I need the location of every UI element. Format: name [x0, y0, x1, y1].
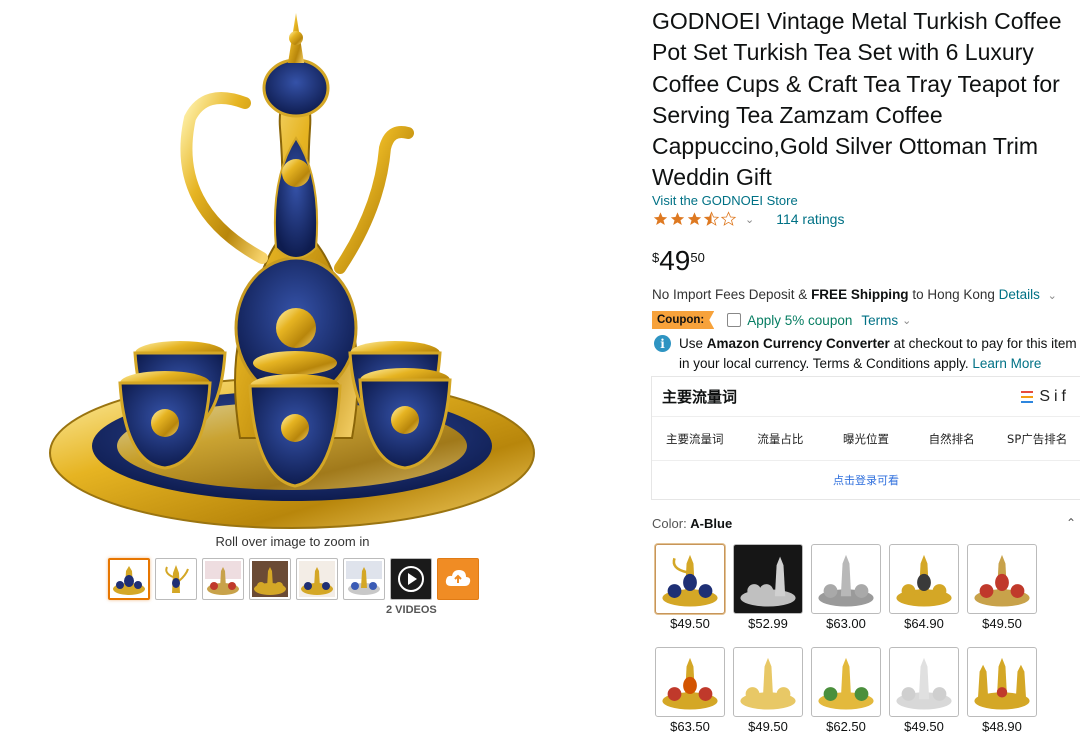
main-product-image[interactable]: [40, 8, 545, 533]
chevron-down-icon[interactable]: ⌄: [745, 213, 754, 226]
star-full-icon: [687, 212, 702, 225]
currency-converter-notice: i Use Amazon Currency Converter at check…: [654, 334, 1080, 374]
converter-name: Amazon Currency Converter: [706, 336, 890, 351]
color-swatch[interactable]: $64.90: [889, 544, 959, 645]
upload-video-button[interactable]: [437, 558, 479, 600]
sif-keyword-panel: 主要流量词 Sif 主要流量词 流量占比 曝光位置 自然排名 SP广告排名 点击…: [651, 376, 1080, 500]
swatch-image: [889, 647, 959, 717]
shipping-destination: to Hong Kong: [908, 287, 999, 302]
sif-column: 自然排名: [928, 431, 975, 446]
free-shipping-label: FREE Shipping: [811, 287, 909, 302]
color-swatch[interactable]: $62.50: [811, 647, 881, 745]
swatch-image: [967, 544, 1037, 614]
star-half-icon: [703, 211, 720, 226]
swatch-image: [811, 647, 881, 717]
price: $ 49 50: [652, 246, 705, 276]
color-swatch[interactable]: $49.50: [655, 544, 725, 645]
thumbnail-gold-blue-set[interactable]: [108, 558, 150, 600]
learn-more-link[interactable]: Learn More: [972, 356, 1041, 371]
thumbnail-teapot-gold[interactable]: [155, 558, 197, 600]
swatch-image: [889, 544, 959, 614]
sif-brand: Sif: [1021, 388, 1070, 406]
swatch-image: [733, 647, 803, 717]
sif-header: 主要流量词 Sif: [652, 377, 1080, 417]
star-full-icon: [670, 212, 685, 225]
chevron-up-icon[interactable]: ⌃: [1066, 516, 1076, 531]
chevron-down-icon[interactable]: ⌄: [902, 314, 911, 327]
swatch-price: $49.50: [904, 719, 944, 734]
store-link[interactable]: Visit the GODNOEI Store: [652, 193, 798, 208]
color-swatch[interactable]: $63.00: [811, 544, 881, 645]
cloud-upload-icon: [445, 570, 471, 586]
color-swatch[interactable]: $52.99: [733, 544, 803, 645]
price-fraction: 50: [690, 250, 705, 265]
product-title: GODNOEI Vintage Metal Turkish Coffee Pot…: [652, 8, 1062, 191]
play-icon: [398, 566, 424, 592]
sif-logo-icon: [1021, 390, 1034, 403]
color-selector-header: Color: A-Blue ⌃: [652, 516, 1080, 531]
shipping-info: No Import Fees Deposit & FREE Shipping t…: [652, 287, 1057, 302]
thumbnail-silver-set[interactable]: [343, 558, 385, 600]
sif-column: 流量占比: [757, 431, 804, 446]
swatch-price: $62.50: [826, 719, 866, 734]
star-rating[interactable]: [652, 211, 737, 227]
coupon-row: Coupon: Apply 5% coupon Terms ⌄: [652, 311, 911, 329]
sif-login-link[interactable]: 点击登录可看: [652, 461, 1080, 499]
ratings-count-link[interactable]: 114 ratings: [776, 211, 844, 227]
swatch-image: [967, 647, 1037, 717]
color-swatch[interactable]: $49.50: [967, 544, 1037, 645]
color-swatch[interactable]: $49.50: [889, 647, 959, 745]
thumbnail-blue-set[interactable]: [296, 558, 338, 600]
sif-column: SP广告排名: [1007, 431, 1068, 446]
swatch-image: [733, 544, 803, 614]
coupon-terms-link[interactable]: Terms: [861, 313, 898, 328]
swatch-price: $49.50: [982, 616, 1022, 631]
swatch-image: [655, 544, 725, 614]
converter-use: Use: [679, 336, 707, 351]
sif-column: 主要流量词: [666, 431, 724, 446]
star-full-icon: [653, 212, 668, 225]
swatch-price: $63.00: [826, 616, 866, 631]
swatch-price: $48.90: [982, 719, 1022, 734]
price-currency: $: [652, 250, 660, 265]
videos-label: 2 VIDEOS: [386, 604, 437, 616]
swatch-price: $52.99: [748, 616, 788, 631]
shipping-prefix: No Import Fees Deposit &: [652, 287, 812, 302]
converter-text: Use Amazon Currency Converter at checkou…: [679, 334, 1080, 374]
selected-color: A-Blue: [690, 516, 733, 531]
color-swatch[interactable]: $49.50: [733, 647, 803, 745]
video-thumbnail[interactable]: [390, 558, 432, 600]
sif-brand-text: Sif: [1039, 387, 1070, 405]
info-icon: i: [654, 335, 671, 352]
color-label: Color:: [652, 516, 691, 531]
swatch-price: $49.50: [670, 616, 710, 631]
thumbnail-red-set[interactable]: [202, 558, 244, 600]
color-swatch[interactable]: $48.90: [967, 647, 1037, 745]
coupon-text[interactable]: Apply 5% coupon: [747, 313, 852, 328]
thumbnail-strip: [108, 558, 479, 600]
swatch-price: $49.50: [748, 719, 788, 734]
swatch-image: [811, 544, 881, 614]
color-swatch[interactable]: $63.50: [655, 647, 725, 745]
chevron-down-icon[interactable]: ⌄: [1048, 290, 1057, 302]
shipping-details-link[interactable]: Details: [999, 287, 1040, 302]
coupon-badge: Coupon:: [652, 311, 715, 329]
swatch-price: $64.90: [904, 616, 944, 631]
star-empty-icon: [720, 211, 737, 226]
sif-column-headers: 主要流量词 流量占比 曝光位置 自然排名 SP广告排名: [652, 417, 1080, 461]
swatch-image: [655, 647, 725, 717]
sif-column: 曝光位置: [842, 431, 889, 446]
swatch-price: $63.50: [670, 719, 710, 734]
color-swatches: $49.50 $52.99 $63.00 $64.90 $49.50 $63.5…: [655, 544, 1037, 745]
coupon-checkbox[interactable]: [727, 313, 742, 327]
zoom-hint: Roll over image to zoom in: [215, 534, 370, 549]
rating-row: ⌄ 114 ratings: [652, 211, 844, 227]
sif-title: 主要流量词: [662, 388, 738, 406]
thumbnail-brown-set[interactable]: [249, 558, 291, 600]
price-whole: 49: [659, 245, 691, 276]
